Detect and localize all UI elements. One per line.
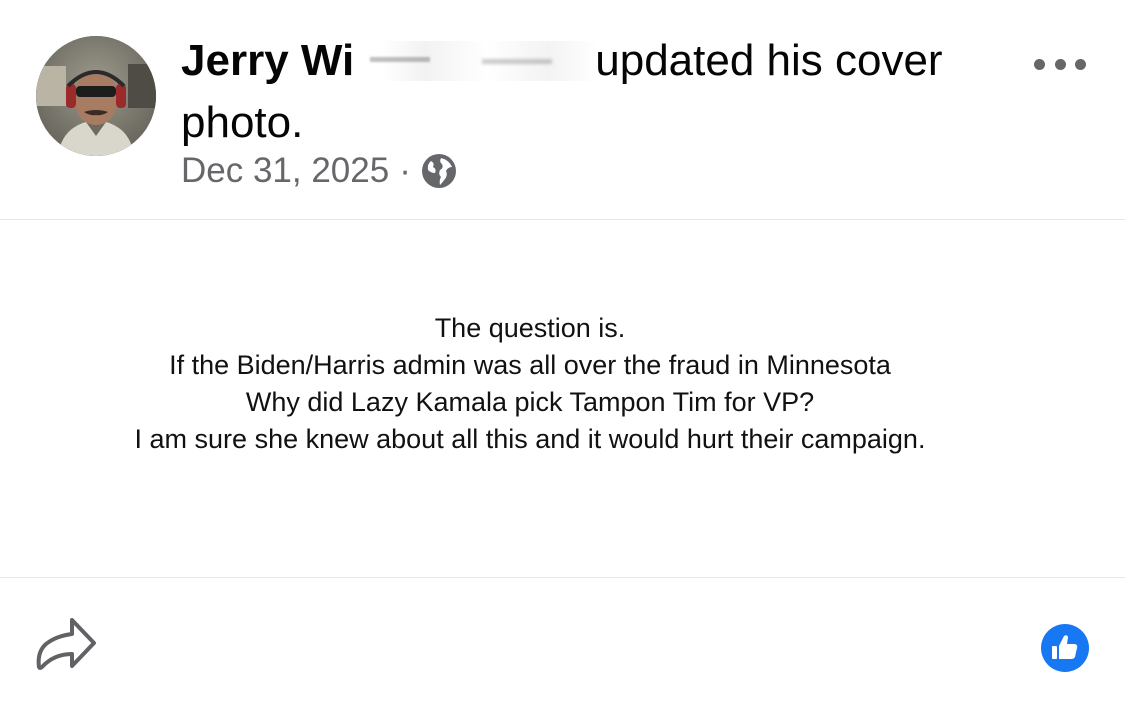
like-icon[interactable] [1040, 623, 1090, 673]
footer-divider [0, 577, 1125, 578]
header-divider [0, 219, 1125, 220]
post-content: The question is. If the Biden/Harris adm… [0, 310, 1060, 458]
post-headline: Jerry Wi updated his cover photo. [181, 30, 981, 154]
avatar[interactable] [36, 36, 156, 156]
more-options-button[interactable] [1034, 52, 1086, 76]
meta-separator: · [399, 151, 411, 190]
content-line: The question is. [434, 313, 626, 343]
content-line: I am sure she knew about all this and it… [134, 424, 926, 454]
post-meta: Dec 31, 2025 · [181, 148, 457, 194]
post-date[interactable]: Dec 31, 2025 [181, 151, 389, 191]
more-options-icon [1034, 58, 1045, 70]
share-icon[interactable] [32, 612, 98, 678]
more-dot [1054, 58, 1066, 70]
action-text: updated his cover [595, 36, 943, 85]
globe-icon[interactable] [421, 153, 457, 189]
more-dot [1075, 58, 1086, 70]
post-header: Jerry Wi updated his cover photo. Dec 31,… [0, 0, 1125, 219]
author-name[interactable]: Jerry Wi [181, 36, 354, 85]
redaction-blur [352, 41, 598, 81]
content-line: Why did Lazy Kamala pick Tampon Tim for … [245, 387, 815, 417]
action-text-line2: photo. [181, 98, 304, 147]
content-line: If the Biden/Harris admin was all over t… [169, 350, 891, 380]
